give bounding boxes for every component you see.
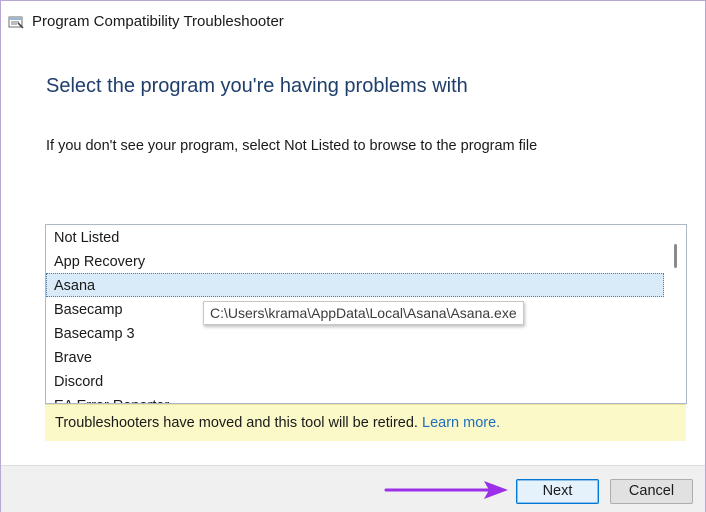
page-heading: Select the program you're having problem… <box>46 75 468 97</box>
list-item-app-recovery[interactable]: App Recovery <box>46 249 664 273</box>
troubleshooter-icon <box>8 14 24 30</box>
program-path-tooltip: C:\Users\krama\AppData\Local\Asana\Asana… <box>203 301 524 325</box>
title-bar: Program Compatibility Troubleshooter <box>1 1 705 43</box>
annotation-arrow-icon <box>384 481 508 499</box>
dialog-window: Program Compatibility Troubleshooter Sel… <box>0 0 706 512</box>
list-item-asana[interactable]: Asana <box>46 273 664 297</box>
instructions-text: If you don't see your program, select No… <box>46 138 538 154</box>
list-item-ea-error-reporter[interactable]: EA Error Reporter <box>46 393 664 403</box>
banner-text: Troubleshooters have moved and this tool… <box>55 415 418 431</box>
list-scrollbar[interactable] <box>666 225 686 403</box>
learn-more-link[interactable]: Learn more. <box>422 415 500 431</box>
retirement-banner: Troubleshooters have moved and this tool… <box>45 404 686 441</box>
scrollbar-thumb[interactable] <box>674 244 677 268</box>
cancel-button[interactable]: Cancel <box>610 479 693 504</box>
list-item-brave[interactable]: Brave <box>46 345 664 369</box>
next-button[interactable]: Next <box>516 479 599 504</box>
list-item-not-listed[interactable]: Not Listed <box>46 225 664 249</box>
window-title: Program Compatibility Troubleshooter <box>32 13 284 30</box>
list-item-discord[interactable]: Discord <box>46 369 664 393</box>
dialog-footer: Next Cancel <box>1 465 705 512</box>
